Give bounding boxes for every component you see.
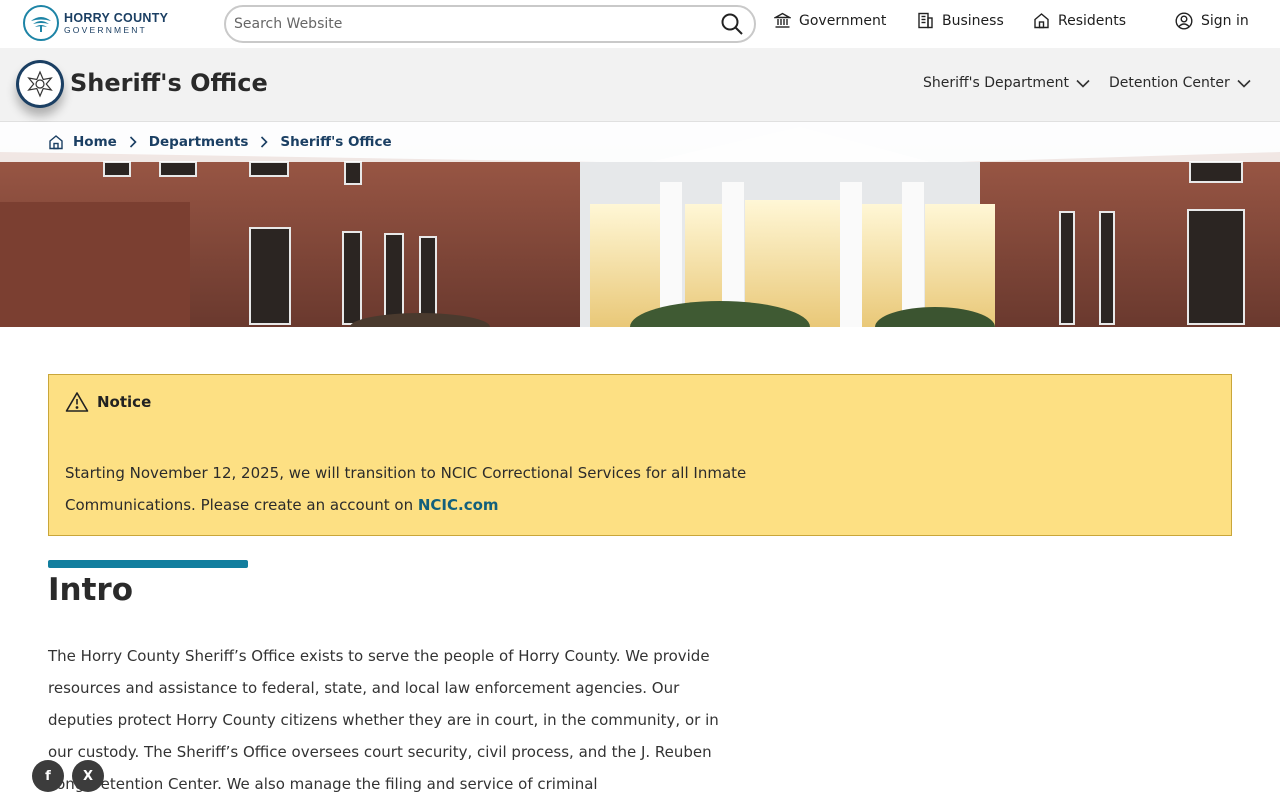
- nav-detention-center-label: Detention Center: [1109, 75, 1230, 91]
- nav-residents[interactable]: Residents: [1033, 12, 1126, 29]
- breadcrumb-departments[interactable]: Departments: [149, 134, 249, 150]
- nav-sheriffs-department-label: Sheriff's Department: [923, 75, 1069, 91]
- government-building-icon: [774, 12, 791, 28]
- notice-header: Notice: [65, 391, 151, 413]
- intro-paragraph: The Horry County Sheriff’s Office exists…: [48, 647, 719, 793]
- user-circle-icon: [1175, 12, 1193, 30]
- sign-in-link[interactable]: Sign in: [1175, 12, 1249, 30]
- search-input[interactable]: [234, 15, 704, 33]
- notice-alert: Notice Starting November 12, 2025, we wi…: [48, 374, 1232, 536]
- warning-icon: [65, 392, 89, 412]
- x-icon: X: [82, 768, 94, 784]
- nav-government[interactable]: Government: [774, 12, 886, 29]
- business-office-icon: [918, 12, 933, 29]
- sheriff-badge: [16, 60, 64, 108]
- search-icon[interactable]: [720, 12, 744, 40]
- nav-government-label: Government: [799, 12, 887, 29]
- breadcrumb-current[interactable]: Sheriff's Office: [280, 134, 391, 150]
- breadcrumb-bar: Home Departments Sheriff's Office: [0, 122, 1280, 162]
- sheriff-star-icon: [27, 70, 53, 98]
- sign-in-label: Sign in: [1201, 13, 1249, 29]
- hero-banner: Home Departments Sheriff's Office: [0, 122, 1280, 327]
- home-icon[interactable]: [48, 134, 64, 150]
- nav-detention-center[interactable]: Detention Center: [1109, 75, 1251, 91]
- chevron-right-icon: [261, 136, 269, 148]
- nav-sheriffs-department[interactable]: Sheriff's Department: [923, 75, 1090, 91]
- tree-logo-icon: [23, 5, 59, 41]
- notice-body: Starting November 12, 2025, we will tran…: [65, 457, 805, 521]
- department-header: Sheriff's Office Sheriff's Department De…: [0, 48, 1280, 122]
- intro-heading: Intro: [48, 572, 134, 608]
- site-header: HORRY COUNTY GOVERNMENT Government Bus: [0, 0, 1280, 48]
- notice-heading: Notice: [97, 393, 152, 411]
- home-icon: [1034, 13, 1049, 29]
- x-share-button[interactable]: X: [72, 760, 104, 792]
- facebook-share-button[interactable]: f: [32, 760, 64, 792]
- nav-residents-label: Residents: [1058, 12, 1127, 29]
- breadcrumb: Home Departments Sheriff's Office: [48, 134, 392, 150]
- chevron-down-icon: [1237, 79, 1251, 88]
- facebook-icon: f: [45, 768, 51, 784]
- logo-subtitle: GOVERNMENT: [64, 24, 147, 35]
- department-title: Sheriff's Office: [70, 69, 268, 97]
- notice-text: Starting November 12, 2025, we will tran…: [65, 464, 747, 514]
- breadcrumb-home[interactable]: Home: [73, 134, 117, 150]
- ncic-link[interactable]: NCIC.com: [418, 496, 499, 514]
- chevron-down-icon: [1076, 79, 1090, 88]
- section-accent-bar: [48, 560, 248, 568]
- chevron-right-icon: [129, 136, 137, 148]
- county-logo[interactable]: HORRY COUNTY GOVERNMENT: [23, 5, 168, 41]
- logo-title: HORRY COUNTY: [64, 11, 169, 25]
- search-box: [224, 5, 756, 43]
- nav-business-label: Business: [942, 12, 1004, 29]
- nav-business[interactable]: Business: [917, 12, 1004, 29]
